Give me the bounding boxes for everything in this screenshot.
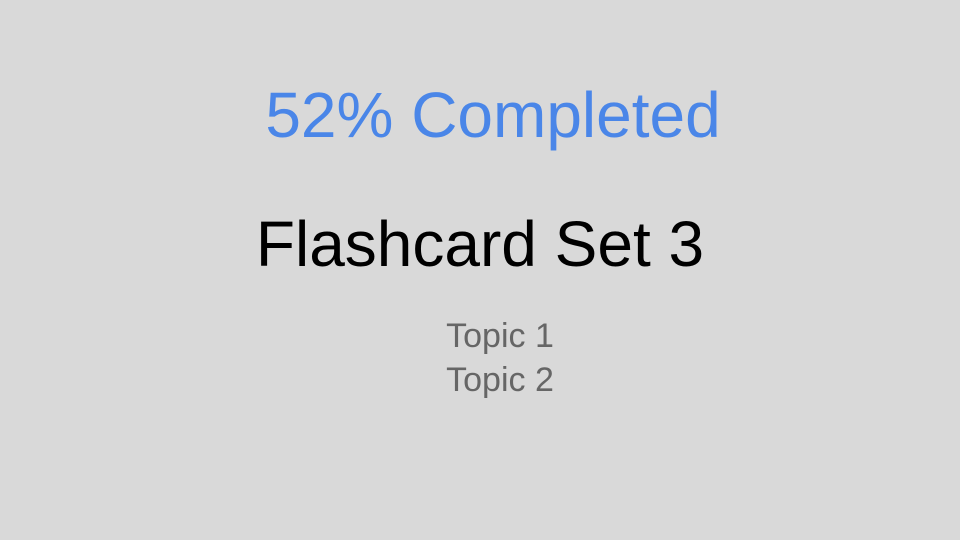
progress-heading: 52% Completed bbox=[265, 79, 721, 151]
topic-item: Topic 1 bbox=[446, 317, 554, 355]
flashcard-slide: 52% Completed Flashcard Set 3 Topic 1 To… bbox=[0, 0, 960, 540]
topic-list: Topic 1 Topic 2 bbox=[0, 314, 960, 402]
set-title: Flashcard Set 3 bbox=[255, 208, 705, 280]
topic-item: Topic 2 bbox=[446, 361, 554, 399]
